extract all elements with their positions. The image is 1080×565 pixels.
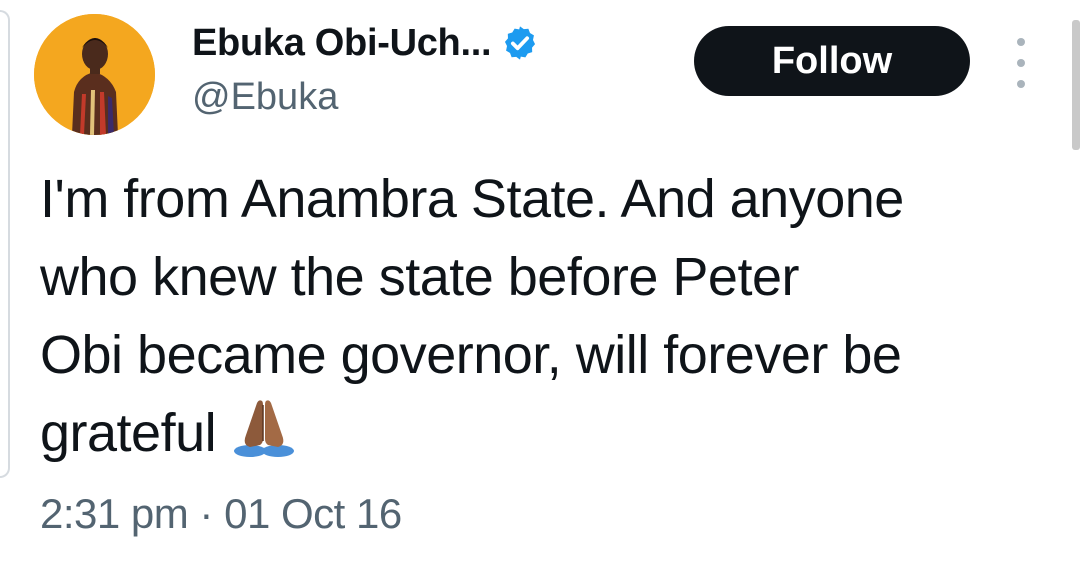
tweet-text-line: Obi became governor, will forever be <box>40 325 902 385</box>
card-edge-divider <box>0 10 10 478</box>
tweet-text-word: grateful <box>40 403 217 463</box>
tweet-text-line-last: grateful <box>40 394 1050 472</box>
tweet-text-line: I'm from Anambra State. And anyone <box>40 169 904 229</box>
tweet-text-line: who knew the state before Peter <box>40 247 799 307</box>
tweet-timestamp[interactable]: 2:31 pm · 01 Oct 16 <box>40 490 402 538</box>
more-vertical-icon[interactable] <box>1008 38 1034 88</box>
more-dot <box>1017 80 1025 88</box>
more-dot <box>1017 59 1025 67</box>
more-dot <box>1017 38 1025 46</box>
verified-badge-icon <box>501 24 539 62</box>
tweet-card: Ebuka Obi-Uch... @Ebuka Follow I'm from … <box>0 0 1080 565</box>
author-handle[interactable]: @Ebuka <box>192 76 338 119</box>
tweet-text: I'm from Anambra State. And anyone who k… <box>40 160 1050 472</box>
folded-hands-icon <box>228 395 300 459</box>
scrollbar[interactable] <box>1072 20 1080 150</box>
author-name-row[interactable]: Ebuka Obi-Uch... <box>192 18 539 68</box>
avatar-photo <box>34 14 155 135</box>
author-display-name[interactable]: Ebuka Obi-Uch... <box>192 22 492 65</box>
avatar[interactable] <box>34 14 155 135</box>
follow-button[interactable]: Follow <box>694 26 970 96</box>
